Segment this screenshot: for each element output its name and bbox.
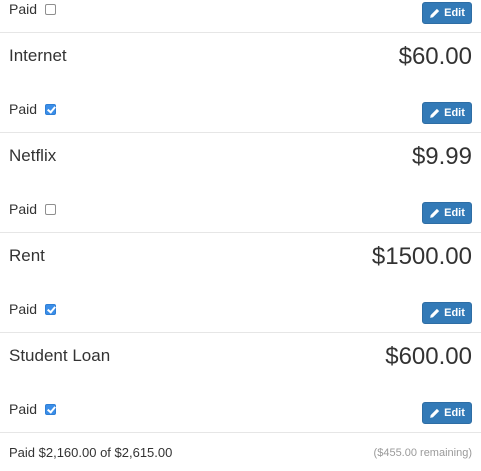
paid-toggle-row: Paid bbox=[9, 400, 57, 418]
edit-button-label: Edit bbox=[444, 7, 465, 19]
paid-toggle-row: Paid bbox=[9, 300, 57, 318]
bill-list: Paid Edit Internet $60.00 Paid Edit Netf… bbox=[0, 0, 481, 433]
paid-label: Paid bbox=[9, 1, 38, 17]
bill-item: Student Loan $600.00 Paid Edit bbox=[0, 333, 481, 433]
pencil-icon bbox=[430, 8, 440, 18]
edit-button-label: Edit bbox=[444, 107, 465, 119]
edit-button-label: Edit bbox=[444, 407, 465, 419]
edit-button-label: Edit bbox=[444, 207, 465, 219]
bill-item: Internet $60.00 Paid Edit bbox=[0, 33, 481, 133]
summary-paid-text: Paid $2,160.00 of $2,615.00 bbox=[9, 445, 173, 460]
edit-button[interactable]: Edit bbox=[422, 302, 472, 324]
paid-label: Paid bbox=[9, 201, 38, 217]
paid-toggle-row: Paid bbox=[9, 200, 57, 218]
paid-toggle-row: Paid bbox=[9, 0, 57, 18]
bill-amount: $600.00 bbox=[385, 343, 472, 370]
payment-summary: Paid $2,160.00 of $2,615.00 ($455.00 rem… bbox=[0, 433, 481, 471]
paid-checkbox[interactable] bbox=[45, 203, 57, 215]
edit-button[interactable]: Edit bbox=[422, 202, 472, 224]
paid-checkbox[interactable] bbox=[45, 403, 57, 415]
bill-amount: $60.00 bbox=[398, 43, 472, 70]
paid-checkbox[interactable] bbox=[45, 3, 57, 15]
summary-remaining-text: ($455.00 remaining) bbox=[373, 447, 472, 459]
bill-amount: $9.99 bbox=[411, 143, 472, 170]
paid-label: Paid bbox=[9, 101, 38, 117]
paid-checkbox[interactable] bbox=[45, 103, 57, 115]
bill-name: Student Loan bbox=[9, 346, 111, 365]
bill-item: Netflix $9.99 Paid Edit bbox=[0, 133, 481, 233]
bill-name: Netflix bbox=[9, 146, 57, 165]
paid-toggle-row: Paid bbox=[9, 100, 57, 118]
bill-item: Rent $1500.00 Paid Edit bbox=[0, 233, 481, 333]
edit-button-label: Edit bbox=[444, 307, 465, 319]
bill-name: Rent bbox=[9, 246, 45, 265]
bill-name: Internet bbox=[9, 46, 67, 65]
edit-button[interactable]: Edit bbox=[422, 402, 472, 424]
bill-amount: $1500.00 bbox=[371, 243, 472, 270]
bill-item: Paid Edit bbox=[0, 0, 481, 33]
paid-checkbox[interactable] bbox=[45, 303, 57, 315]
pencil-icon bbox=[430, 108, 440, 118]
paid-label: Paid bbox=[9, 401, 38, 417]
edit-button[interactable]: Edit bbox=[422, 102, 472, 124]
pencil-icon bbox=[430, 208, 440, 218]
edit-button[interactable]: Edit bbox=[422, 2, 472, 24]
paid-label: Paid bbox=[9, 301, 38, 317]
pencil-icon bbox=[430, 408, 440, 418]
pencil-icon bbox=[430, 308, 440, 318]
